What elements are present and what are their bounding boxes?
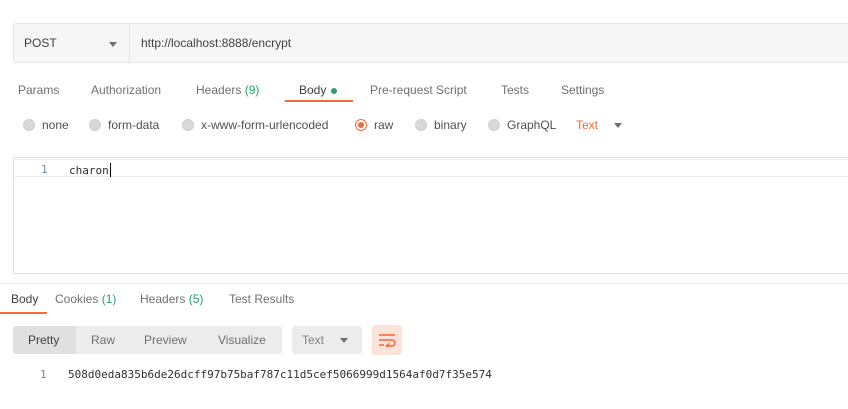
view-preview[interactable]: Preview [144,333,187,347]
response-view-selector: Pretty Raw Preview Visualize [13,326,282,354]
radio-label: x-www-form-urlencoded [201,118,329,132]
request-body-editor[interactable]: 1 charon [13,157,848,274]
radio-binary[interactable]: binary [415,118,467,132]
tab-pre-request-script[interactable]: Pre-request Script [370,83,467,97]
radio-label: form-data [108,118,160,132]
tab-label: Headers [196,83,242,97]
response-body-line: 1 508d0eda835b6de26dcff97b75baf787c11d5c… [0,366,848,382]
raw-language-select[interactable]: Text [576,118,622,132]
chevron-down-icon [614,123,622,128]
wrap-lines-icon [379,334,396,347]
tab-label: Settings [561,83,605,97]
editor-text: charon [69,163,111,177]
response-tab-headers[interactable]: Headers (5) [140,292,203,306]
tab-count: (1) [101,292,117,306]
radio-raw[interactable]: raw [355,118,393,132]
response-tab-active-indicator [0,312,47,314]
line-number: 1 [40,368,47,381]
tab-label: Body [11,292,39,306]
chevron-down-icon [340,338,348,343]
editor-line: 1 charon [14,159,848,177]
radio-icon [89,119,101,131]
radio-icon [415,119,427,131]
response-tab-cookies[interactable]: Cookies (1) [55,292,116,306]
tab-label: Params [18,83,60,97]
tab-authorization[interactable]: Authorization [91,83,161,97]
tab-active-indicator [285,100,353,102]
tab-label: Tests [501,83,530,97]
radio-label: none [42,118,69,132]
line-number: 1 [41,163,48,176]
raw-language-label: Text [576,118,599,132]
response-tab-body[interactable]: Body [11,292,38,306]
request-tabs: Params Authorization Headers (9) Body Pr… [0,78,848,106]
method-label: POST [24,36,57,50]
editor-content: charon [69,164,109,177]
text-cursor [109,163,111,177]
view-pretty[interactable]: Pretty [28,333,59,347]
radio-icon [182,119,194,131]
response-tab-test-results[interactable]: Test Results [229,292,294,306]
tab-label: Authorization [91,83,162,97]
tab-count: (9) [244,83,260,97]
tab-params[interactable]: Params [18,83,59,97]
radio-label: raw [374,118,394,132]
tab-headers[interactable]: Headers (9) [196,83,259,97]
radio-label: binary [434,118,467,132]
radio-form-data[interactable]: form-data [89,118,159,132]
radio-icon [488,119,500,131]
radio-none[interactable]: none [23,118,69,132]
response-format-select[interactable]: Text [292,326,362,354]
divider [0,283,848,284]
view-visualize[interactable]: Visualize [218,333,266,347]
tab-body[interactable]: Body [299,83,338,97]
view-raw[interactable]: Raw [91,333,115,347]
radio-label: GraphQL [507,118,557,132]
tab-label: Test Results [229,292,295,306]
tab-label: Headers [140,292,186,306]
modified-dot-icon [331,87,338,94]
tab-tests[interactable]: Tests [501,83,529,97]
body-type-radios: none form-data x-www-form-urlencoded raw… [0,118,848,136]
radio-icon [23,119,35,131]
radio-graphql[interactable]: GraphQL [488,118,556,132]
tab-settings[interactable]: Settings [561,83,604,97]
chevron-down-icon [109,42,117,47]
tab-label: Cookies [55,292,99,306]
url-input[interactable] [130,24,848,62]
tab-count: (5) [188,292,204,306]
response-body-text: 508d0eda835b6de26dcff97b75baf787c11d5cef… [68,368,492,381]
format-label: Text [302,333,325,347]
radio-x-www-form-urlencoded[interactable]: x-www-form-urlencoded [182,118,328,132]
radio-selected-icon [355,119,367,131]
method-select[interactable]: POST [14,24,130,62]
tab-label: Body [299,83,327,97]
wrap-lines-button[interactable] [372,325,402,355]
request-url-bar: POST [13,23,848,63]
tab-label: Pre-request Script [370,83,467,97]
